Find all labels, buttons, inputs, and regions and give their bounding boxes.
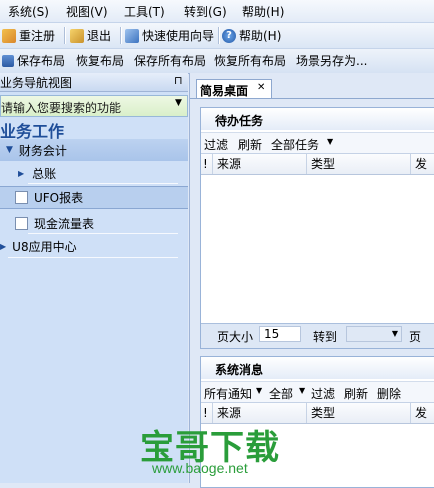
- messages-toolbar: 所有通知 ▼ 全部 ▼ 过滤 刷新 删除: [201, 381, 434, 403]
- goto-label: 转到: [313, 330, 338, 344]
- restore-all-layouts-button[interactable]: 恢复所有布局: [214, 52, 286, 69]
- save-scene-as-button[interactable]: 场景另存为...: [296, 52, 367, 69]
- main-toolbar: 重注册 退出 快速使用向导 ? 帮助(H): [0, 22, 434, 48]
- save-all-layouts-button[interactable]: 保存所有布局: [134, 52, 206, 69]
- watermark-url: www.baoge.net: [152, 460, 248, 476]
- toolbar-separator: [218, 27, 220, 44]
- messages-title-bar: 系统消息: [201, 357, 434, 379]
- tree-item-cash-flow[interactable]: 现金流量表: [0, 212, 188, 234]
- menu-goto[interactable]: 转到(G): [184, 3, 227, 20]
- nav-panel-title: 业务导航视图: [0, 76, 73, 90]
- chevron-down-icon: ▼: [391, 329, 398, 338]
- exit-button[interactable]: 退出: [70, 27, 111, 44]
- refresh-button[interactable]: 刷新: [344, 385, 368, 402]
- tree-item-finance[interactable]: ▼ 财务会计: [0, 139, 188, 161]
- save-layout-button[interactable]: 保存布局: [2, 52, 65, 69]
- delete-button[interactable]: 删除: [377, 385, 401, 402]
- toolbar-separator: [120, 27, 122, 44]
- help-label: 帮助(H): [239, 29, 282, 43]
- menu-help[interactable]: 帮助(H): [242, 3, 284, 20]
- tree-item-ufo-report[interactable]: UFO报表: [0, 186, 188, 209]
- filter-button[interactable]: 过滤: [204, 136, 228, 153]
- exit-icon: [70, 28, 84, 43]
- watermark: 宝哥下载 www.baoge.net: [140, 420, 300, 483]
- tree-item-label: U8应用中心: [12, 239, 77, 254]
- expand-arrow-icon: ▶: [18, 168, 25, 178]
- divider: [28, 233, 178, 234]
- todo-grid-header: ! 来源 类型 发: [201, 154, 434, 175]
- search-dropdown-icon[interactable]: ▼: [175, 98, 182, 108]
- menu-system[interactable]: 系统(S): [8, 3, 49, 20]
- menu-view[interactable]: 视图(V): [66, 3, 108, 20]
- save-layout-label: 保存布局: [17, 54, 66, 68]
- tree-item-label: 现金流量表: [34, 216, 95, 231]
- nav-panel-header: 业务导航视图 ⊓: [0, 73, 188, 92]
- goto-page-select[interactable]: ▼: [346, 326, 402, 342]
- divider: [8, 257, 178, 258]
- tab-simple-desktop[interactable]: 简易桌面 ✕: [196, 79, 272, 99]
- close-icon[interactable]: ✕: [257, 82, 265, 93]
- todo-toolbar: 过滤 刷新 全部任务 ▼: [201, 132, 434, 154]
- tree-item-label: 总账: [32, 166, 57, 181]
- chevron-down-icon: ▼: [256, 386, 263, 395]
- column-sender[interactable]: 发: [411, 154, 434, 174]
- filter-button[interactable]: 过滤: [311, 385, 335, 402]
- report-icon: [15, 191, 28, 204]
- page-size-input[interactable]: 15: [259, 326, 301, 342]
- tree-item-general-ledger[interactable]: ▶ 总账: [0, 162, 188, 184]
- column-flag[interactable]: !: [201, 154, 213, 174]
- todo-title: 待办任务: [215, 114, 264, 128]
- all-notices-dropdown[interactable]: 所有通知: [204, 385, 252, 402]
- help-icon: ?: [222, 28, 236, 43]
- report-icon: [15, 216, 28, 230]
- todo-pager: 页大小 15 转到 ▼ 页: [201, 323, 434, 348]
- exit-label: 退出: [87, 29, 112, 43]
- divider: [28, 183, 178, 184]
- function-search-box[interactable]: 请输入您要搜索的功能 ▼: [0, 95, 188, 117]
- column-type[interactable]: 类型: [307, 403, 411, 423]
- menu-bar: 系统(S) 视图(V) 工具(T) 转到(G) 帮助(H): [0, 0, 434, 22]
- column-source[interactable]: 来源: [213, 154, 307, 174]
- quick-wizard-label: 快速使用向导: [142, 29, 215, 43]
- tab-label: 简易桌面: [200, 84, 249, 98]
- layout-toolbar: 保存布局 恢复布局 保存所有布局 恢复所有布局 场景另存为...: [0, 48, 434, 74]
- menu-tools[interactable]: 工具(T): [124, 3, 165, 20]
- todo-task-panel: 待办任务 过滤 刷新 全部任务 ▼ ! 来源 类型 发 页大小 15 转到 ▼ …: [200, 107, 434, 349]
- section-header: 业务工作: [0, 117, 188, 141]
- tree-item-u8-app-center[interactable]: ▶ U8应用中心: [0, 235, 188, 257]
- tree-item-label: UFO报表: [34, 191, 84, 205]
- help-button[interactable]: ? 帮助(H): [222, 27, 281, 44]
- tab-underline: [190, 98, 434, 99]
- all-dropdown[interactable]: 全部: [269, 385, 293, 402]
- search-placeholder: 请输入您要搜索的功能: [1, 101, 122, 115]
- chevron-down-icon: ▼: [327, 137, 334, 146]
- expand-arrow-icon: ▶: [0, 241, 7, 251]
- collapse-arrow-icon: ▼: [6, 145, 13, 155]
- column-sender[interactable]: 发: [411, 403, 434, 423]
- relogin-button[interactable]: 重注册: [2, 27, 55, 44]
- messages-title: 系统消息: [215, 363, 264, 377]
- quick-wizard-button[interactable]: 快速使用向导: [125, 27, 214, 44]
- all-tasks-dropdown[interactable]: 全部任务: [271, 136, 319, 153]
- relogin-label: 重注册: [19, 29, 56, 43]
- restore-layout-button[interactable]: 恢复布局: [76, 52, 124, 69]
- tree-item-label: 财务会计: [18, 143, 67, 158]
- todo-title-bar: 待办任务: [201, 108, 434, 130]
- relogin-icon: [2, 28, 16, 43]
- save-icon: [2, 54, 14, 67]
- wizard-icon: [125, 28, 139, 43]
- page-label: 页: [409, 330, 422, 344]
- page-size-label: 页大小: [217, 330, 254, 344]
- pin-icon[interactable]: ⊓: [174, 74, 183, 87]
- refresh-button[interactable]: 刷新: [238, 136, 262, 153]
- toolbar-separator: [64, 27, 66, 44]
- column-type[interactable]: 类型: [307, 154, 411, 174]
- chevron-down-icon: ▼: [299, 386, 306, 395]
